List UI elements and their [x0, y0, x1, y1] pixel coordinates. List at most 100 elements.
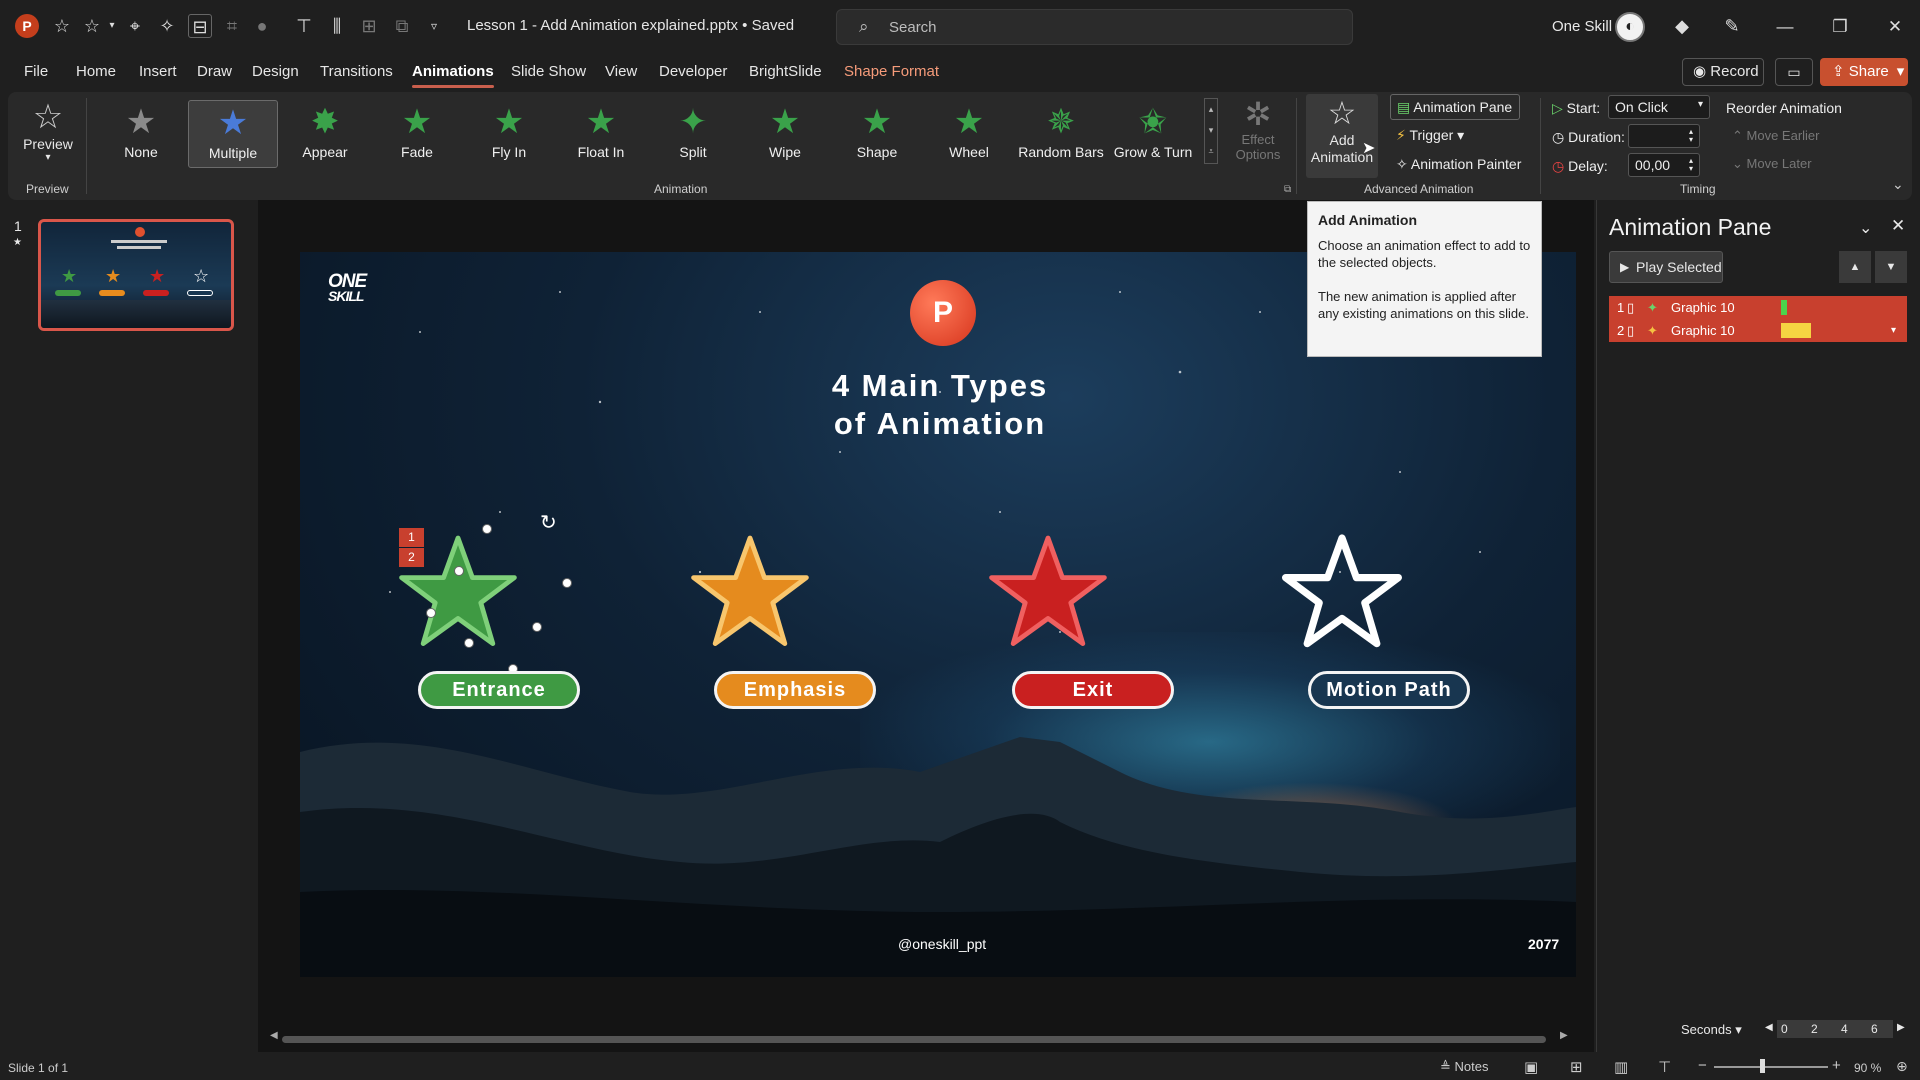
slide-thumbnail[interactable]: ★ ★ ★ ☆ — [38, 219, 234, 331]
user-name[interactable]: One Skill — [1552, 18, 1612, 35]
scroll-thumb[interactable] — [282, 1036, 1546, 1043]
zoom-level[interactable]: 90 % — [1854, 1061, 1881, 1075]
tab-shape-format[interactable]: Shape Format — [844, 63, 939, 80]
effect-options-button[interactable]: ✲ Effect Options — [1228, 96, 1288, 162]
tab-view[interactable]: View — [605, 63, 637, 80]
scroll-left-icon[interactable]: ◀ — [270, 1030, 278, 1041]
rotate-handle-icon[interactable]: ↻ — [540, 510, 557, 535]
move-down-button[interactable]: ▼ — [1875, 251, 1907, 283]
zoom-slider-thumb[interactable] — [1760, 1059, 1765, 1073]
entrance-label[interactable]: Entrance — [418, 671, 580, 709]
minimize-button[interactable]: — — [1765, 12, 1805, 42]
move-later-button[interactable]: ⌄ Move Later — [1732, 156, 1812, 172]
add-animation-button[interactable]: ☆ Add Animation — [1306, 94, 1378, 178]
tab-developer[interactable]: Developer — [659, 63, 727, 80]
start-select[interactable]: On Click ▾ — [1608, 95, 1710, 119]
record-button[interactable]: ◉ Record — [1682, 58, 1764, 86]
selection-handle[interactable] — [482, 524, 492, 534]
selection-handle[interactable] — [426, 608, 436, 618]
seconds-dropdown[interactable]: Seconds ▾ — [1681, 1022, 1742, 1038]
restore-button[interactable]: ❐ — [1820, 12, 1860, 42]
gallery-item-wheel[interactable]: ★ Wheel — [924, 100, 1014, 168]
play-selected-button[interactable]: ▶ Play Selected — [1609, 251, 1723, 283]
tab-file[interactable]: File — [24, 63, 48, 80]
group-icon[interactable]: ⧉ — [390, 14, 414, 38]
delay-input[interactable]: 00,00 ▴ ▾ — [1628, 153, 1700, 177]
tab-insert[interactable]: Insert — [139, 63, 177, 80]
slideshow-icon[interactable]: ⊤ — [1658, 1058, 1671, 1076]
align-icon[interactable]: ⊟ — [188, 14, 212, 38]
animation-painter-button[interactable]: ✧ Animation Painter — [1396, 156, 1521, 173]
animation-number-tag[interactable]: 1 — [399, 528, 424, 547]
trigger-button[interactable]: ⚡ Trigger ▾ — [1396, 127, 1464, 144]
crop-icon[interactable]: ⌗ — [220, 14, 244, 38]
gallery-item-fly-in[interactable]: ★ Fly In — [464, 100, 554, 168]
motion-path-star-icon[interactable] — [1282, 532, 1402, 652]
animation-row[interactable]: 2 ▯ ✦ Graphic 10 ▾ — [1609, 319, 1907, 342]
gallery-item-random-bars[interactable]: ✵ Random Bars — [1016, 100, 1106, 168]
tab-draw[interactable]: Draw — [197, 63, 232, 80]
pen-icon[interactable]: ✎ — [1720, 14, 1744, 38]
tab-design[interactable]: Design — [252, 63, 299, 80]
scroll-left-icon[interactable]: ◀ — [1765, 1022, 1773, 1033]
selection-handle[interactable] — [532, 622, 542, 632]
selection-handle[interactable] — [464, 638, 474, 648]
gallery-item-float-in[interactable]: ★ Float In — [556, 100, 646, 168]
emphasis-star-icon[interactable] — [690, 532, 810, 652]
gallery-item-wipe[interactable]: ★ Wipe — [740, 100, 830, 168]
horizontal-scrollbar[interactable]: ◀ ▶ — [270, 1030, 1570, 1046]
animation-number-tag[interactable]: 2 — [399, 548, 424, 567]
scroll-right-icon[interactable]: ▶ — [1560, 1030, 1568, 1041]
search-box[interactable]: ⌕ Search — [836, 9, 1353, 45]
tab-home[interactable]: Home — [76, 63, 116, 80]
tab-slide-show[interactable]: Slide Show — [511, 63, 586, 80]
selection-handle[interactable] — [562, 578, 572, 588]
slide-sorter-icon[interactable]: ⊞ — [1570, 1058, 1583, 1076]
tab-animations[interactable]: Animations — [412, 63, 494, 88]
gallery-item-grow-turn[interactable]: ✬ Grow & Turn — [1108, 100, 1198, 168]
slide[interactable]: ONE SKILL P 4 Main Types of Animation 1 2… — [300, 252, 1576, 977]
animation-row[interactable]: 1 ▯ ✦ Graphic 10 — [1609, 296, 1907, 319]
exit-star-icon[interactable] — [988, 532, 1108, 652]
duration-input[interactable]: ▴ ▾ — [1628, 124, 1700, 148]
motion-path-label[interactable]: Motion Path — [1308, 671, 1470, 709]
star-outline-icon[interactable]: ☆ — [50, 14, 74, 38]
gallery-item-shape[interactable]: ★ Shape — [832, 100, 922, 168]
emphasis-label[interactable]: Emphasis — [714, 671, 876, 709]
selection-handle[interactable] — [454, 566, 464, 576]
gallery-item-fade[interactable]: ★ Fade — [372, 100, 462, 168]
document-title[interactable]: Lesson 1 - Add Animation explained.pptx … — [467, 17, 794, 34]
zoom-slider[interactable] — [1714, 1066, 1828, 1068]
animation-pane-button[interactable]: ▤ Animation Pane — [1390, 94, 1520, 120]
share-button[interactable]: ⇪ Share ▾ — [1820, 58, 1908, 86]
distribute-icon[interactable]: ⊞ — [357, 14, 381, 38]
tab-transitions[interactable]: Transitions — [320, 63, 393, 80]
fit-to-window-icon[interactable]: ⊕ — [1896, 1058, 1908, 1075]
exit-label[interactable]: Exit — [1012, 671, 1174, 709]
zoom-out-icon[interactable]: − — [1698, 1057, 1707, 1074]
chevron-down-icon[interactable]: ⌄ — [1859, 218, 1872, 238]
comments-button[interactable]: ▭ — [1775, 58, 1813, 86]
avatar[interactable]: ◐ — [1615, 12, 1645, 42]
target-icon[interactable]: ⌖ — [123, 14, 147, 38]
reading-view-icon[interactable]: ▥ — [1614, 1058, 1628, 1076]
fill-icon[interactable]: ● — [250, 14, 274, 38]
gallery-item-appear[interactable]: ✸ Appear — [280, 100, 370, 168]
gallery-item-none[interactable]: ★ None — [96, 100, 186, 168]
gallery-item-multiple[interactable]: ★ Multiple — [188, 100, 278, 168]
close-icon[interactable]: ✕ — [1891, 216, 1905, 236]
preview-button[interactable]: ☆ Preview ▾ — [22, 98, 74, 163]
normal-view-icon[interactable]: ▣ — [1524, 1058, 1538, 1076]
align-top-icon[interactable]: ⊤ — [292, 14, 316, 38]
move-earlier-button[interactable]: ⌃ Move Earlier — [1732, 128, 1819, 144]
customize-toolbar-icon[interactable]: ▿ — [422, 14, 446, 38]
timeline-ruler[interactable]: 0 2 4 6 — [1777, 1020, 1893, 1038]
zoom-in-icon[interactable]: + — [1832, 1057, 1841, 1074]
chevron-down-icon[interactable]: ▾ — [100, 14, 124, 38]
gallery-item-split[interactable]: ✦ Split — [648, 100, 738, 168]
diamond-icon[interactable]: ◆ — [1670, 14, 1694, 38]
dialog-launcher-icon[interactable]: ⧉ — [1284, 184, 1291, 195]
gallery-scroll[interactable]: ▴ ▾ ⩡ — [1204, 98, 1218, 164]
tab-brightslide[interactable]: BrightSlide — [749, 63, 822, 80]
move-up-button[interactable]: ▲ — [1839, 251, 1871, 283]
